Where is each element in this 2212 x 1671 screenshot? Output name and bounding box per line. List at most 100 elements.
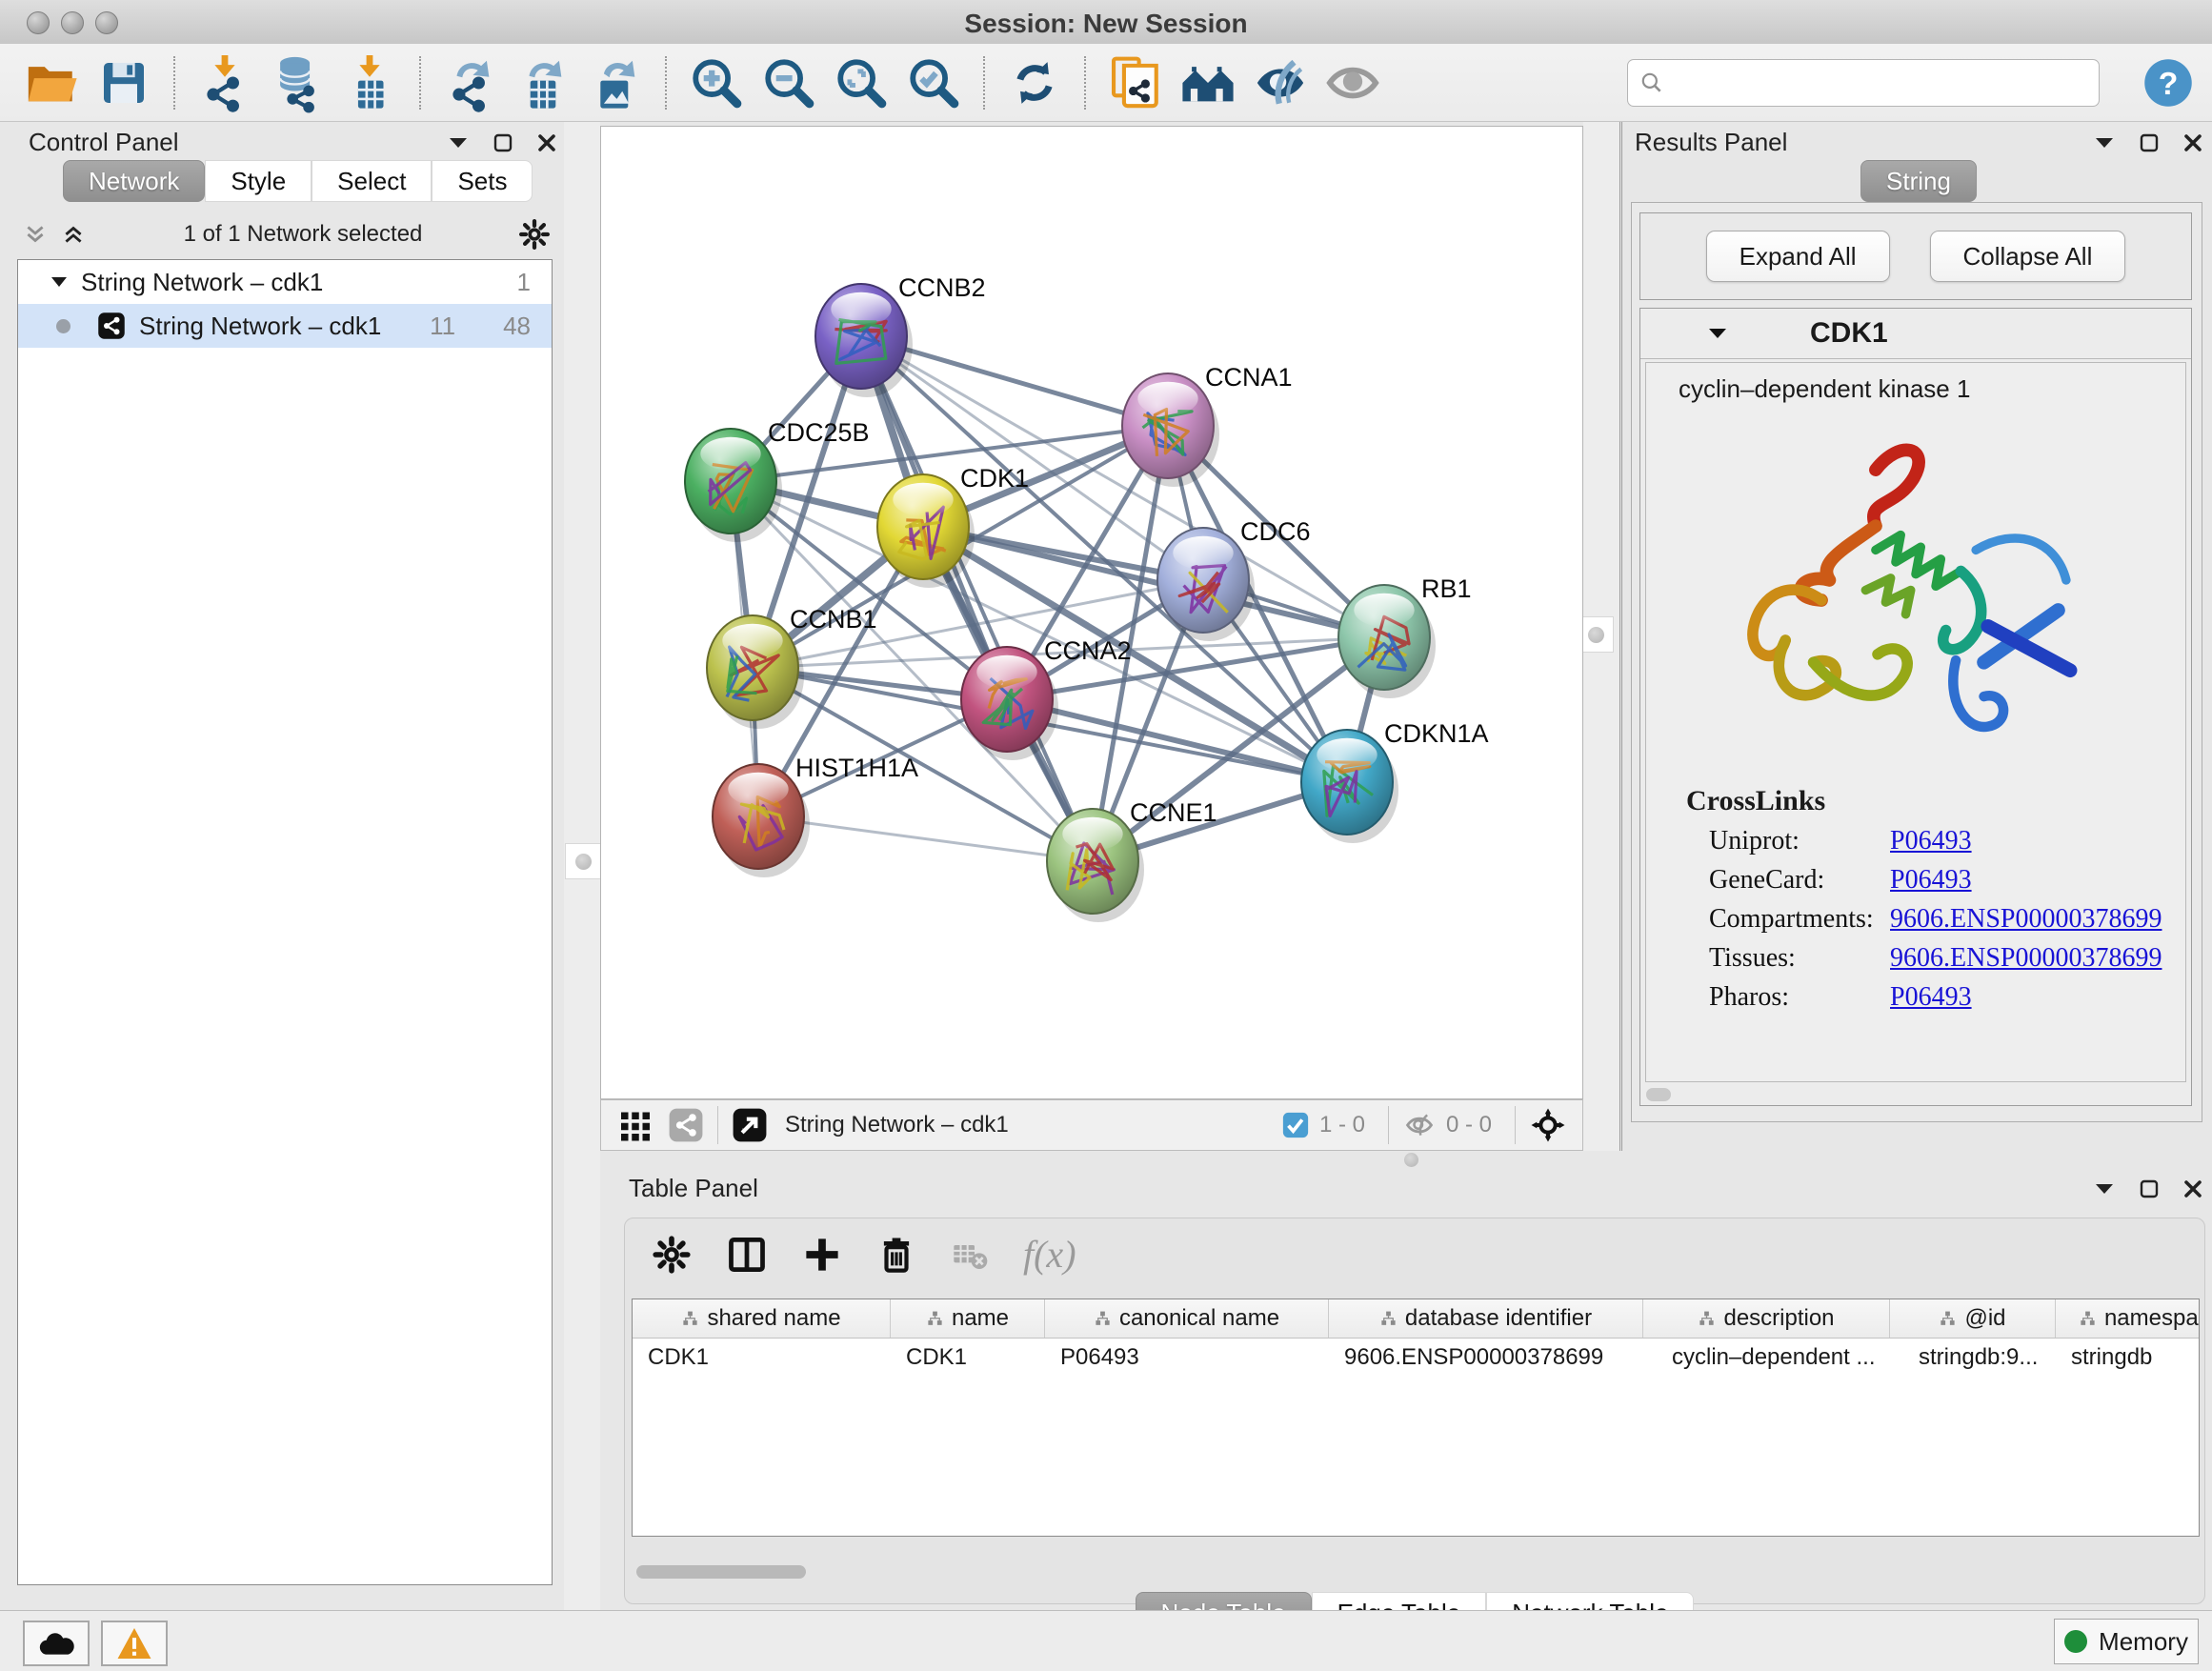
import-network-icon[interactable] <box>189 51 261 114</box>
network-node-CDK1[interactable]: CDK1 <box>877 464 1029 588</box>
panel-float-icon[interactable] <box>493 133 513 152</box>
memory-button[interactable]: Memory <box>2054 1619 2199 1664</box>
crosslink-link[interactable]: P06493 <box>1890 826 1972 856</box>
panel-close-icon[interactable] <box>537 133 556 152</box>
left-splitter[interactable] <box>564 122 600 1610</box>
hide-selected-eye-icon[interactable] <box>1244 51 1317 114</box>
crosslink-link[interactable]: P06493 <box>1890 982 1972 1013</box>
panel-close-icon[interactable] <box>2183 1179 2202 1198</box>
network-node-CCNB1[interactable]: CCNB1 <box>707 605 877 729</box>
show-columns-icon[interactable] <box>726 1234 768 1276</box>
export-image-icon[interactable] <box>579 51 652 114</box>
tab-network[interactable]: Network <box>63 160 205 202</box>
table-cell[interactable]: CDK1 <box>633 1339 891 1377</box>
table-cell[interactable]: cyclin–dependent ... <box>1643 1339 1890 1377</box>
column-header[interactable]: database identifier <box>1329 1299 1643 1338</box>
network-row[interactable]: String Network – cdk1 11 48 <box>18 304 552 348</box>
table-hscrollbar[interactable] <box>636 1565 806 1579</box>
zoom-in-icon[interactable] <box>680 51 753 114</box>
grid-view-icon[interactable] <box>618 1108 653 1142</box>
column-header[interactable]: canonical name <box>1045 1299 1329 1338</box>
column-header[interactable]: namespace <box>2056 1299 2200 1338</box>
panel-close-icon[interactable] <box>2183 133 2202 152</box>
show-eye-icon[interactable] <box>1317 51 1389 114</box>
table-toolbar: f(x) <box>652 1232 1076 1277</box>
crosslink-link[interactable]: 9606.ENSP00000378699 <box>1890 943 2162 974</box>
tab-string[interactable]: String <box>1860 160 1977 202</box>
search-input[interactable] <box>1674 69 2087 97</box>
panel-menu-icon[interactable] <box>2094 136 2115 150</box>
network-node-CDKN1A[interactable]: CDKN1A <box>1301 719 1489 843</box>
table-cell[interactable]: stringdb <box>2056 1339 2200 1377</box>
add-column-icon[interactable] <box>802 1235 842 1275</box>
string-document-icon[interactable] <box>1099 51 1172 114</box>
zoom-selected-icon[interactable] <box>897 51 970 114</box>
tab-sets[interactable]: Sets <box>432 160 533 202</box>
section-collapse-icon[interactable] <box>1707 327 1728 340</box>
cloud-button[interactable] <box>23 1621 90 1666</box>
toolbar-separator <box>665 56 667 110</box>
tab-select[interactable]: Select <box>312 160 432 202</box>
crosslink-link[interactable]: 9606.ENSP00000378699 <box>1890 904 2162 935</box>
bottom-splitter[interactable] <box>600 1151 1583 1170</box>
network-node-CCNB2[interactable]: CCNB2 <box>815 273 986 397</box>
expand-all-button[interactable]: Expand All <box>1706 231 1890 282</box>
toolbar-separator <box>1084 56 1086 110</box>
collapse-all-icon[interactable] <box>21 222 50 247</box>
results-scrollbar[interactable] <box>1646 1088 1671 1101</box>
network-node-RB1[interactable]: RB1 <box>1338 574 1472 698</box>
table-cell[interactable]: CDK1 <box>891 1339 1045 1377</box>
panel-float-icon[interactable] <box>2140 1179 2159 1198</box>
zoom-fit-icon[interactable] <box>825 51 897 114</box>
selected-checkbox-icon[interactable] <box>1281 1111 1310 1139</box>
column-header[interactable]: @id <box>1890 1299 2056 1338</box>
warning-button[interactable] <box>101 1621 168 1666</box>
network-selected-summary: 1 of 1 Network selected <box>88 221 518 248</box>
network-node-CDC6[interactable]: CDC6 <box>1157 517 1311 641</box>
birdseye-icon[interactable] <box>1529 1106 1567 1144</box>
network-node-CCNE1[interactable]: CCNE1 <box>1047 798 1217 922</box>
column-header[interactable]: description <box>1643 1299 1890 1338</box>
delete-column-icon[interactable] <box>876 1235 916 1275</box>
network-collection-row[interactable]: String Network – cdk1 1 <box>18 260 552 304</box>
panel-float-icon[interactable] <box>2140 133 2159 152</box>
export-table-icon[interactable] <box>507 51 579 114</box>
network-node-CDC25B[interactable]: CDC25B <box>685 418 870 542</box>
open-in-new-icon[interactable] <box>732 1107 768 1143</box>
zoom-out-icon[interactable] <box>753 51 825 114</box>
refresh-icon[interactable] <box>998 51 1071 114</box>
gear-icon[interactable] <box>518 218 551 251</box>
table-cell[interactable]: stringdb:9... <box>1890 1339 2056 1377</box>
table-cell[interactable]: P06493 <box>1045 1339 1329 1377</box>
help-icon[interactable]: ? <box>2140 51 2197 114</box>
crosslink-label: Compartments: <box>1709 904 1890 935</box>
network-node-CCNA1[interactable]: CCNA1 <box>1122 363 1293 487</box>
network-node-HIST1H1A[interactable]: HIST1H1A <box>713 754 918 877</box>
column-header[interactable]: name <box>891 1299 1045 1338</box>
gene-section-header[interactable]: CDK1 <box>1640 309 2191 359</box>
import-database-icon[interactable] <box>261 51 333 114</box>
save-icon[interactable] <box>88 51 160 114</box>
tab-style[interactable]: Style <box>205 160 312 202</box>
collapse-all-button[interactable]: Collapse All <box>1930 231 2126 282</box>
crosslink-link[interactable]: P06493 <box>1890 865 1972 896</box>
open-folder-icon[interactable] <box>15 51 88 114</box>
column-type-icon <box>1379 1310 1398 1328</box>
tree-expander-icon[interactable] <box>50 276 68 288</box>
search-box[interactable] <box>1627 59 2100 107</box>
network-node-CCNA2[interactable]: CCNA2 <box>961 636 1132 760</box>
panel-menu-icon[interactable] <box>2094 1182 2115 1196</box>
table-cell[interactable]: 9606.ENSP00000378699 <box>1329 1339 1643 1377</box>
network-canvas[interactable]: CCNB2 CCNA1 CDC25BCDK1 CDC6RB1 CCNB1 CCNA2 CDK… <box>600 126 1583 1099</box>
table-gear-icon[interactable] <box>652 1235 692 1275</box>
column-header[interactable]: shared name <box>633 1299 891 1338</box>
right-splitter[interactable] <box>1583 122 1622 1151</box>
import-table-icon[interactable] <box>333 51 406 114</box>
export-network-icon[interactable] <box>434 51 507 114</box>
home-pair-icon[interactable] <box>1172 51 1244 114</box>
hidden-eye-icon[interactable] <box>1402 1111 1437 1139</box>
expand-all-icon[interactable] <box>59 222 88 247</box>
panel-menu-icon[interactable] <box>448 136 469 150</box>
network-edge[interactable] <box>861 336 1093 861</box>
network-view-icon[interactable] <box>668 1107 704 1143</box>
